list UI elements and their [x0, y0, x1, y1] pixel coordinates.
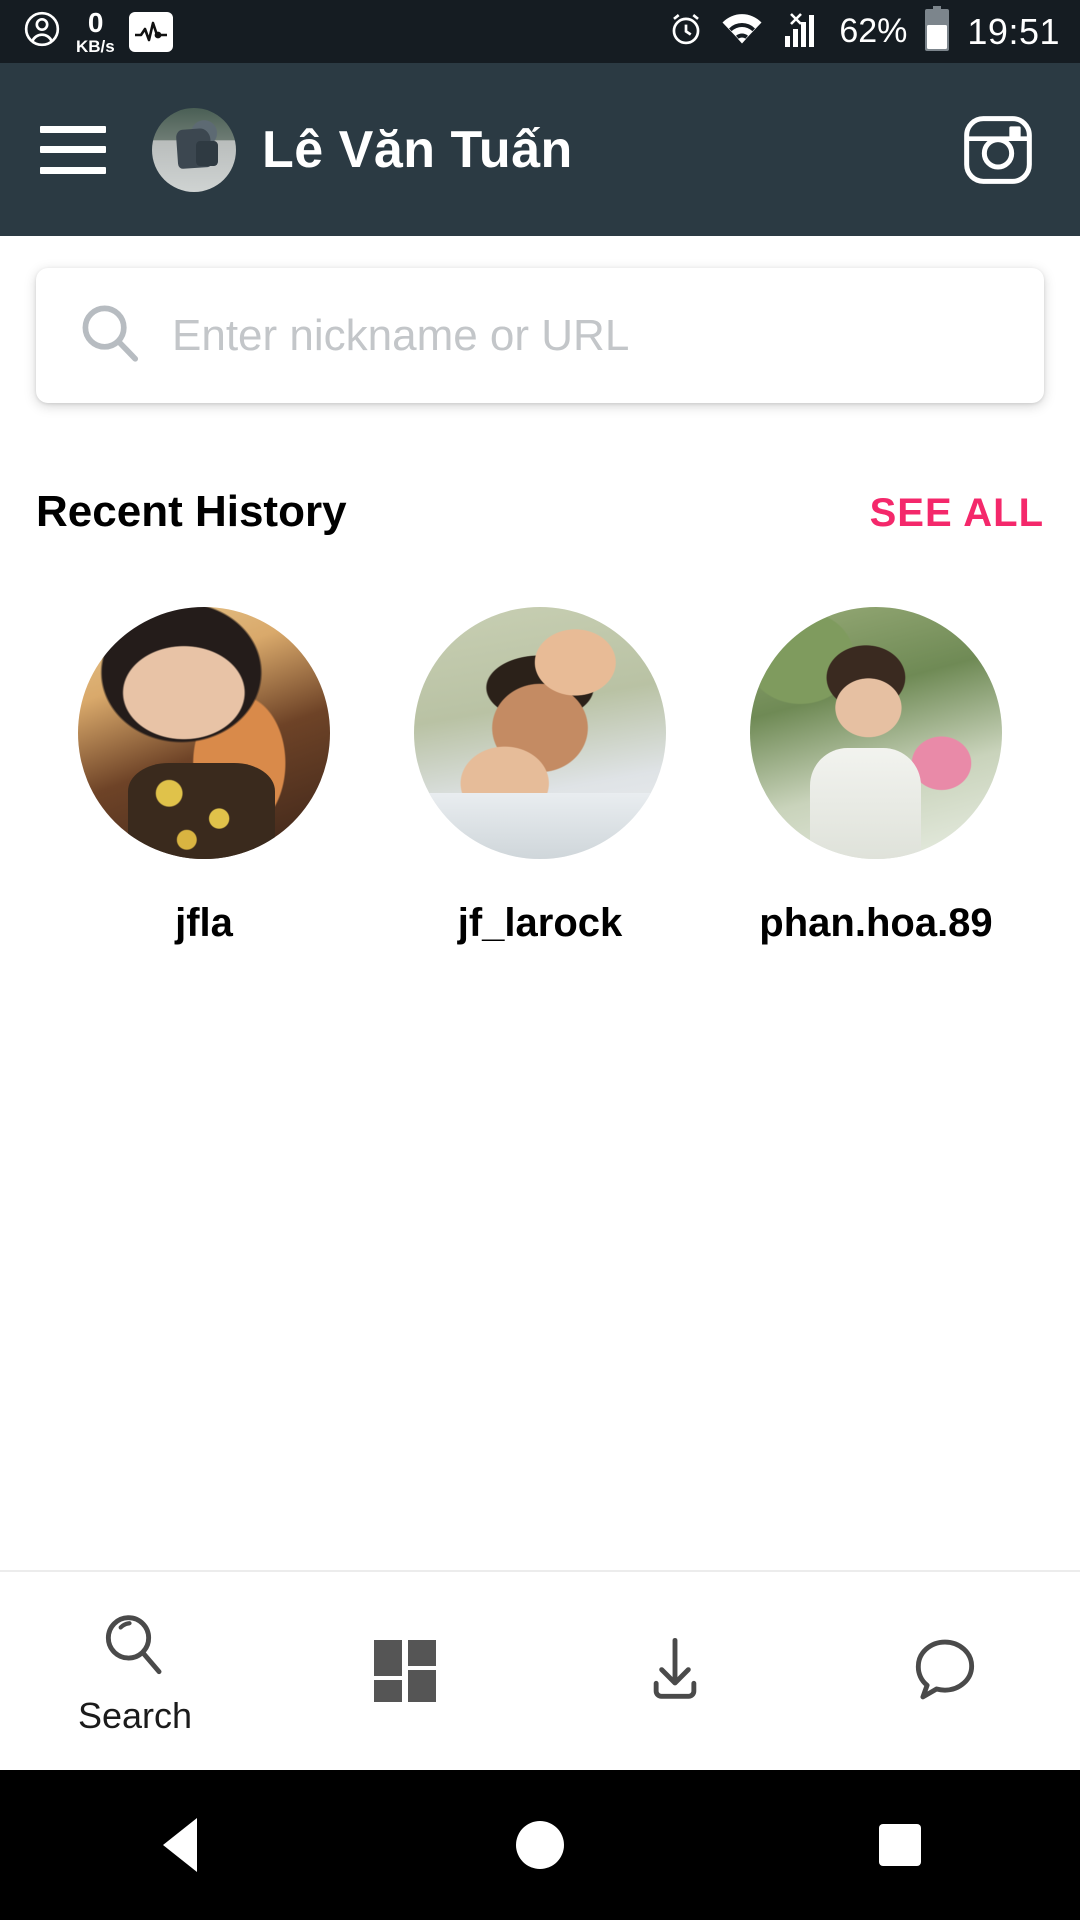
- phone-screen: 0 KB/s 62% 19:51 Lê Văn Tuấn Enter nickn…: [0, 0, 1080, 1920]
- status-bar: 0 KB/s 62% 19:51: [0, 0, 1080, 63]
- clock-label: 19:51: [967, 10, 1060, 52]
- alarm-clock-icon: [667, 10, 705, 53]
- network-speed-unit: KB/s: [76, 36, 115, 56]
- status-bar-right: 62% 19:51: [667, 6, 1060, 57]
- hamburger-line: [40, 146, 106, 153]
- recents-square-icon: [879, 1824, 921, 1866]
- grid-cell: [408, 1670, 436, 1702]
- hamburger-menu-icon[interactable]: [40, 125, 106, 174]
- bottom-navigation-bar: Search: [0, 1570, 1080, 1770]
- app-header-bar: Lê Văn Tuấn: [0, 63, 1080, 236]
- avatar: [750, 607, 1002, 859]
- hamburger-line: [40, 125, 106, 133]
- status-bar-left: 0 KB/s: [22, 6, 173, 56]
- list-item[interactable]: jf_larock: [372, 607, 708, 946]
- nav-tab-label: Search: [77, 1694, 193, 1736]
- grid-cell: [374, 1640, 402, 1676]
- wifi-icon: [721, 12, 763, 51]
- recent-history-header: Recent History SEE ALL: [36, 487, 1044, 537]
- avatar: [414, 607, 666, 859]
- search-bar[interactable]: [36, 268, 1044, 403]
- list-item-label: jf_larock: [457, 901, 623, 945]
- battery-icon: [923, 6, 951, 57]
- nav-tab-grid[interactable]: [270, 1572, 540, 1770]
- search-icon: [74, 297, 146, 374]
- chat-bubble-icon: [906, 1630, 984, 1713]
- recent-history-list: jfla jf_larock phan.hoa.89: [36, 607, 1044, 946]
- network-speed-value: 0: [87, 6, 104, 38]
- search-input[interactable]: [172, 310, 1006, 361]
- search-icon: [96, 1606, 174, 1689]
- instagram-camera-icon[interactable]: [952, 104, 1044, 196]
- nav-recents-button[interactable]: [825, 1770, 975, 1920]
- pulse-monitor-icon: [128, 11, 173, 52]
- network-speed-indicator: 0 KB/s: [76, 6, 115, 56]
- back-triangle-icon: [163, 1818, 197, 1872]
- list-item[interactable]: phan.hoa.89: [708, 607, 1044, 946]
- search-section: [36, 268, 1044, 403]
- battery-percent-label: 62%: [839, 12, 908, 50]
- nav-tab-chat[interactable]: [810, 1572, 1080, 1770]
- list-item-label: jfla: [175, 901, 233, 945]
- profile-header[interactable]: Lê Văn Tuấn: [152, 107, 573, 192]
- list-item[interactable]: jfla: [36, 607, 372, 946]
- nav-home-button[interactable]: [465, 1770, 615, 1920]
- home-circle-icon: [516, 1821, 564, 1869]
- list-item-label: phan.hoa.89: [759, 901, 993, 945]
- page-title: Lê Văn Tuấn: [262, 120, 573, 179]
- grid-icon: [374, 1640, 436, 1702]
- see-all-button[interactable]: SEE ALL: [870, 491, 1044, 536]
- nav-back-button[interactable]: [105, 1770, 255, 1920]
- hamburger-line: [40, 166, 106, 174]
- grid-cell: [408, 1640, 436, 1666]
- download-icon: [636, 1630, 714, 1713]
- person-icon: [22, 9, 62, 54]
- avatar: [152, 107, 236, 192]
- section-title: Recent History: [36, 487, 347, 536]
- avatar: [78, 607, 330, 859]
- grid-cell: [374, 1680, 402, 1702]
- nav-tab-downloads[interactable]: [540, 1572, 810, 1770]
- nav-tab-search[interactable]: Search: [0, 1572, 270, 1770]
- android-system-nav: [0, 1770, 1080, 1920]
- cellular-signal-no-sim-icon: [779, 10, 823, 53]
